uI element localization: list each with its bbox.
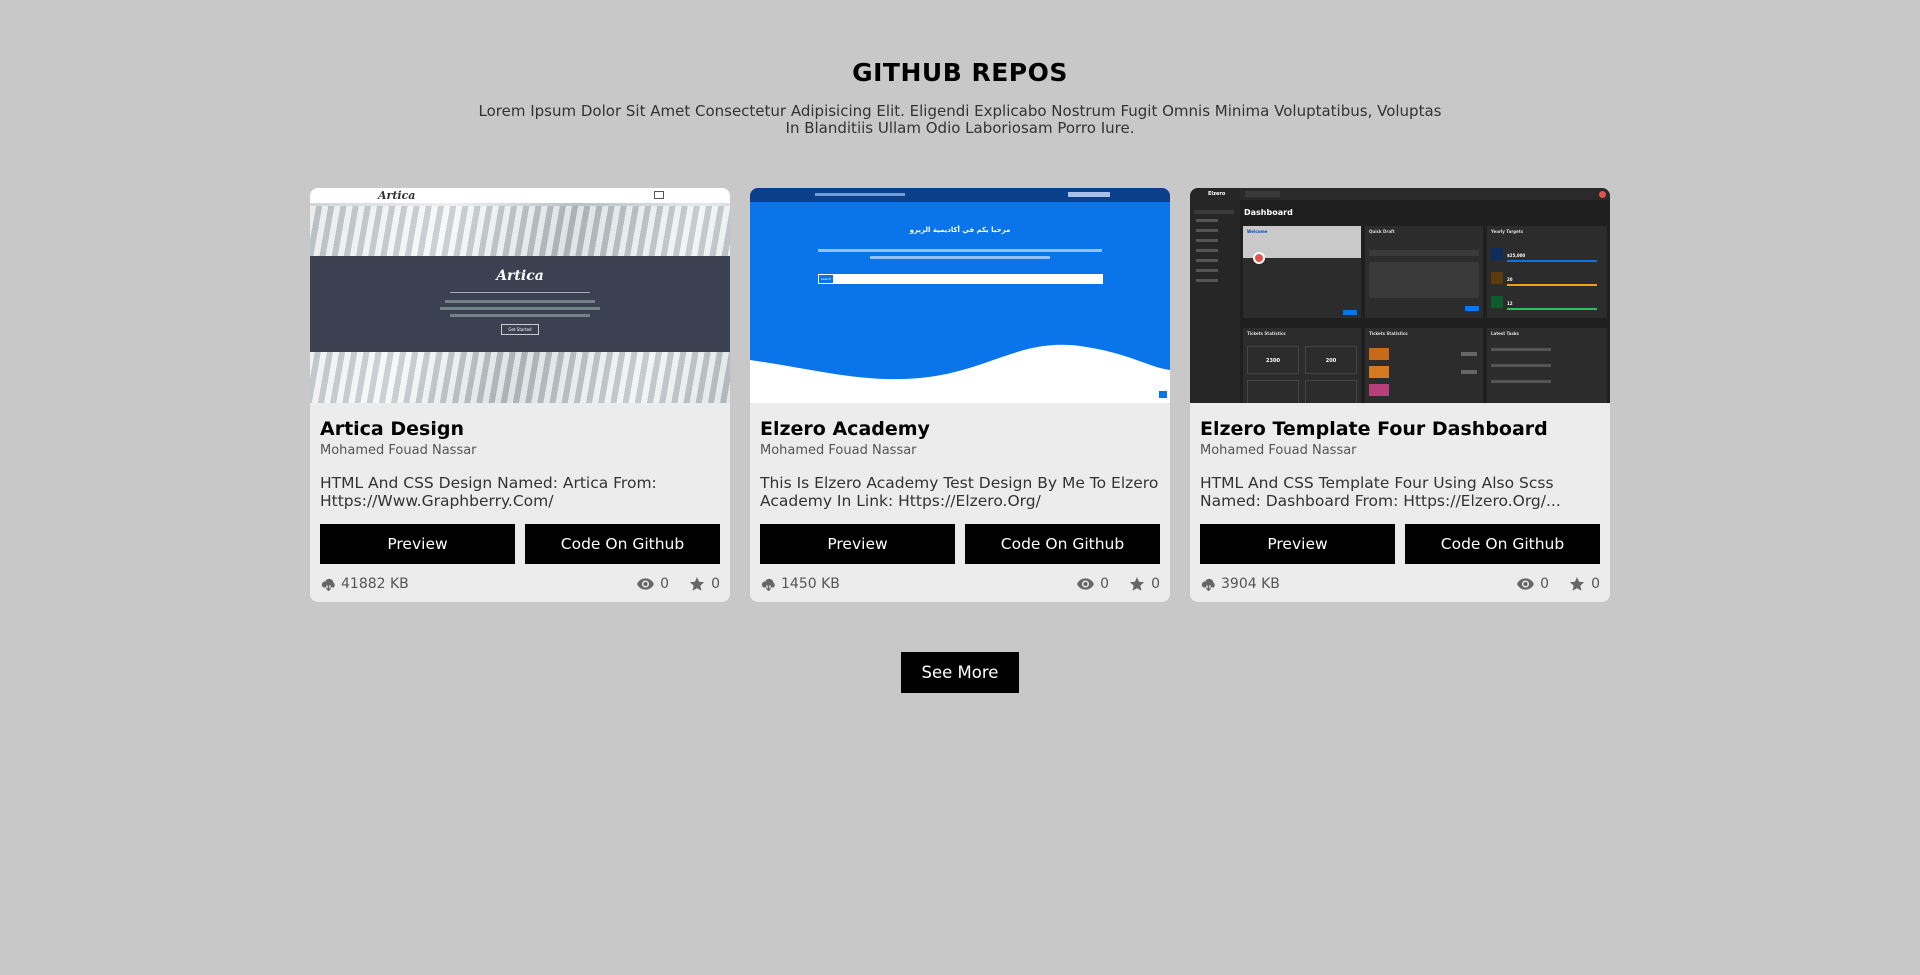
watchers-value: 0 (1540, 576, 1550, 592)
eye-icon (637, 578, 655, 590)
thumb-page-title: Dashboard (1244, 208, 1293, 217)
repo-title: Artica Design (320, 418, 464, 440)
thumb-search-button: Search (819, 275, 833, 283)
eye-icon (1517, 578, 1535, 590)
thumb-hero-button: Get Started (501, 324, 539, 335)
watchers-count: 0 (637, 576, 669, 592)
stars-value: 0 (711, 576, 720, 592)
stars-count: 0 (1129, 576, 1160, 592)
code-on-github-button[interactable]: Code On Github (1405, 524, 1600, 564)
repo-stats: 1450 KB 0 0 (760, 576, 1160, 592)
repo-card: Artica Artica Get Started Artica Design … (310, 188, 730, 602)
repo-title: Elzero Template Four Dashboard (1200, 418, 1548, 440)
repo-size-value: 41882 KB (341, 576, 409, 592)
repo-card: Elzero Dashboard Welcome Quick Draft Yea… (1190, 188, 1610, 602)
repo-author: Mohamed Fouad Nassar (760, 443, 917, 458)
code-on-github-button[interactable]: Code On Github (525, 524, 720, 564)
thumb-brand: Elzero (1208, 191, 1226, 197)
watchers-value: 0 (1100, 576, 1110, 592)
page-title: GITHUB REPOS (852, 58, 1068, 87)
repo-description: This Is Elzero Academy Test Design By Me… (760, 474, 1159, 510)
repo-title: Elzero Academy (760, 418, 930, 440)
watchers-count: 0 (1517, 576, 1549, 592)
repo-size-value: 3904 KB (1221, 576, 1280, 592)
repo-cards: Artica Artica Get Started Artica Design … (310, 188, 1610, 602)
thumb-widget: Tickets Statistics 2300 200 (1243, 328, 1361, 403)
watchers-value: 0 (660, 576, 670, 592)
thumb-widget: Latest Tasks (1487, 328, 1607, 403)
star-icon (689, 576, 705, 591)
stars-count: 0 (1569, 576, 1600, 592)
repo-stats: 41882 KB 0 0 (320, 576, 720, 592)
preview-button[interactable]: Preview (760, 524, 955, 564)
repo-thumbnail[interactable]: Elzero Dashboard Welcome Quick Draft Yea… (1190, 188, 1610, 403)
repo-description: HTML And CSS Design Named: Artica From: … (320, 474, 657, 510)
thumb-avatar (1599, 191, 1606, 198)
cloud-download-icon (761, 578, 775, 591)
thumb-wave (750, 344, 1170, 403)
repo-description: HTML And CSS Template Four Using Also Sc… (1200, 474, 1561, 510)
stars-value: 0 (1591, 576, 1600, 592)
thumb-widget: Welcome (1243, 226, 1361, 318)
thumb-scroll-top-icon (1159, 391, 1167, 398)
repo-author: Mohamed Fouad Nassar (1200, 443, 1357, 458)
page-description: Lorem Ipsum Dolor Sit Amet Consectetur A… (478, 102, 1442, 137)
star-icon (1129, 576, 1145, 591)
repo-size: 41882 KB (320, 576, 409, 592)
thumb-search-bar: Search (818, 274, 1103, 284)
repo-thumbnail[interactable]: مرحبا بكم في أكاديمية الزيرو Search (750, 188, 1170, 403)
cloud-download-icon (321, 578, 335, 591)
repo-stats: 3904 KB 0 0 (1200, 576, 1600, 592)
watchers-count: 0 (1077, 576, 1109, 592)
eye-icon (1077, 578, 1095, 590)
repo-size: 3904 KB (1200, 576, 1280, 592)
repo-author: Mohamed Fouad Nassar (320, 443, 477, 458)
see-more-button[interactable]: See More (901, 652, 1019, 693)
stars-value: 0 (1151, 576, 1160, 592)
preview-button[interactable]: Preview (320, 524, 515, 564)
repo-thumbnail[interactable]: Artica Artica Get Started (310, 188, 730, 403)
thumb-hero-title: Artica (496, 268, 544, 284)
code-on-github-button[interactable]: Code On Github (965, 524, 1160, 564)
repo-size-value: 1450 KB (781, 576, 840, 592)
repo-size: 1450 KB (760, 576, 840, 592)
thumb-menu-icon (654, 191, 664, 199)
thumb-hero-title: مرحبا بكم في أكاديمية الزيرو (909, 226, 1011, 234)
cloud-download-icon (1201, 578, 1215, 591)
preview-button[interactable]: Preview (1200, 524, 1395, 564)
thumb-brand-logo: Artica (378, 189, 416, 202)
stars-count: 0 (689, 576, 720, 592)
thumb-widget: Tickets Statistics (1365, 328, 1483, 403)
star-icon (1569, 576, 1585, 591)
repo-card: مرحبا بكم في أكاديمية الزيرو Search Elze… (750, 188, 1170, 602)
thumb-widget: Yearly Targets $25,000 20 12 (1487, 226, 1607, 318)
thumb-widget: Quick Draft (1365, 226, 1483, 318)
